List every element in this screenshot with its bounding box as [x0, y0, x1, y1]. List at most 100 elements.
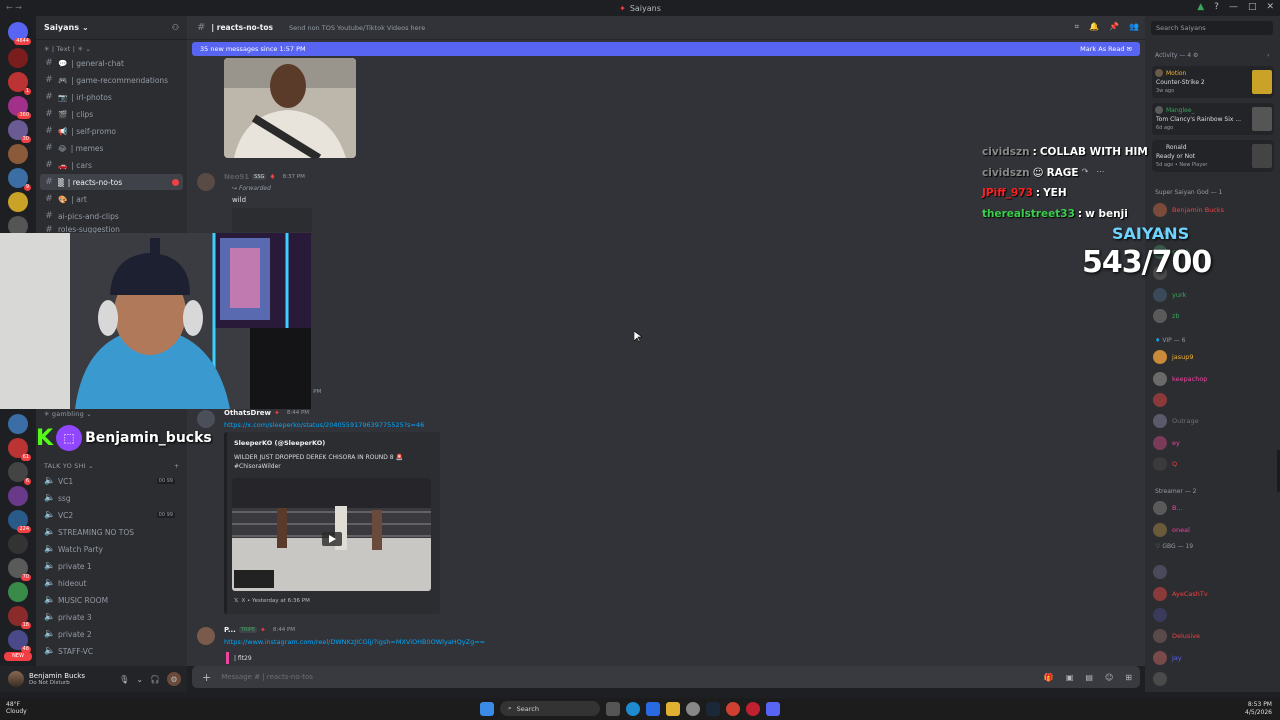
message-composer[interactable]: + Message # | reacts-no-tos 🎁 ▣ ▤ ☺ ⊞ [192, 666, 1140, 688]
member-item[interactable] [1153, 607, 1172, 623]
voice-channel-private-2[interactable]: 🔈 private 2 [40, 626, 183, 642]
server-icon[interactable]: 9 [8, 168, 31, 191]
member-item[interactable]: ey [1153, 435, 1180, 451]
add-attachment-icon[interactable]: + [202, 671, 211, 684]
member-item[interactable]: Q [1153, 456, 1177, 472]
search-input[interactable]: Search Saiyans [1151, 21, 1273, 35]
member-item[interactable]: Jay [1153, 650, 1182, 666]
voice-channel-music-room[interactable]: 🔈 MUSIC ROOM [40, 592, 183, 608]
message-input[interactable]: Message # | reacts-no-tos [221, 673, 313, 681]
message-link[interactable]: https://www.instagram.com/reel/DWNKzJICG… [224, 638, 485, 646]
pin-icon[interactable]: 📌 [1109, 22, 1119, 32]
category-voice[interactable]: TALK YO SHI ⌄ + [44, 462, 179, 470]
member-item[interactable]: yurk [1153, 287, 1186, 303]
activity-card[interactable]: Manglee_ Tom Clancy's Rainbow Six ... 6d… [1152, 103, 1274, 135]
apps-icon[interactable]: ⊞ [1125, 673, 1132, 682]
channel-clips[interactable]: # 🎬 | clips [40, 106, 183, 122]
avatar[interactable] [197, 627, 215, 645]
voice-channel-vc1[interactable]: 🔈 VC1 00 99 [40, 473, 183, 489]
server-icon[interactable]: 70 [8, 558, 31, 581]
threads-icon[interactable]: ⌗ [1075, 22, 1080, 32]
member-item[interactable]: oneal [1153, 522, 1190, 538]
bell-icon[interactable]: 🔔 [1089, 22, 1099, 32]
nav-arrows[interactable]: ← → [6, 3, 22, 12]
start-icon[interactable] [480, 701, 494, 716]
home-icon[interactable]: 4644 [8, 22, 31, 45]
new-messages-bar[interactable]: 35 new messages since 1:57 PM Mark As Re… [192, 42, 1140, 56]
embed-video[interactable] [232, 478, 431, 591]
member-item[interactable]: Delusive [1153, 628, 1200, 644]
server-icon[interactable] [8, 486, 28, 506]
inbox-icon[interactable]: ▲ [1197, 2, 1204, 12]
server-icon[interactable] [8, 582, 28, 602]
voice-channel-staff-vc[interactable]: 🔈 STAFF-VC [40, 643, 183, 659]
close-button[interactable]: ✕ [1266, 2, 1274, 12]
voice-channel-private-1[interactable]: 🔈 private 1 [40, 558, 183, 574]
voice-channel-ssg[interactable]: 🔈 ssg [40, 490, 183, 506]
server-icon[interactable]: 6 [8, 462, 31, 485]
member-item[interactable]: jasup9 [1153, 349, 1194, 365]
member-item[interactable] [1153, 671, 1172, 687]
maximize-button[interactable]: □ [1248, 2, 1257, 12]
member-item[interactable]: keepachop [1153, 371, 1207, 387]
member-item[interactable]: Outrage [1153, 413, 1199, 429]
chevron-down-icon[interactable]: ⌄ [136, 675, 143, 684]
store-icon[interactable] [646, 701, 660, 716]
voice-channel-streaming[interactable]: 🔈 STREAMING NO TOS [40, 524, 183, 540]
discord-icon[interactable] [766, 701, 780, 716]
voice-channel-hideout[interactable]: 🔈 hideout [40, 575, 183, 591]
help-icon[interactable]: ? [1214, 2, 1219, 12]
voice-channel-private-3[interactable]: 🔈 private 3 [40, 609, 183, 625]
forwarded-embed[interactable] [232, 208, 312, 232]
server-icon[interactable]: 360 [8, 96, 31, 119]
category-gambling[interactable]: ✳ gambling ⌄ [44, 410, 92, 418]
mark-as-read-button[interactable]: Mark As Read ✉ [1080, 45, 1132, 53]
server-icon[interactable]: 1 [8, 72, 31, 95]
embed-author[interactable]: SleeperKO (@SleeperKO) [234, 439, 325, 447]
task-view-icon[interactable] [606, 701, 620, 716]
channel-memes[interactable]: # 😂 | memes [40, 140, 183, 156]
voice-channel-vc2[interactable]: 🔈 VC2 00 99 [40, 507, 183, 523]
microphone-icon[interactable]: 🎙 [119, 675, 129, 684]
gear-icon[interactable]: ⚙ [167, 672, 181, 686]
gear-icon[interactable]: ⚙ [1193, 52, 1198, 59]
minimize-button[interactable]: — [1229, 2, 1238, 12]
server-icon[interactable] [8, 534, 28, 554]
channel-ai-pics-and-clips[interactable]: # ai-pics-and-clips [40, 208, 183, 224]
chevron-right-icon[interactable]: › [1267, 52, 1269, 59]
chrome-icon[interactable] [726, 701, 740, 716]
message-author[interactable]: P... [224, 626, 236, 634]
member-item[interactable]: B... [1153, 500, 1183, 516]
taskbar-search[interactable]: ⌕ Search [500, 701, 600, 716]
gift-icon[interactable]: 🎁 [1044, 673, 1054, 682]
server-icon[interactable] [8, 192, 28, 212]
headphones-icon[interactable]: 🎧 [150, 675, 160, 684]
message-link[interactable]: https://x.com/sleeperko/status/204055917… [224, 421, 424, 429]
message-image[interactable] [224, 58, 356, 158]
member-item[interactable]: zb [1153, 308, 1180, 324]
gif-icon[interactable]: ▣ [1066, 673, 1074, 682]
sticker-icon[interactable]: ▤ [1085, 673, 1093, 682]
voice-channel-watch-party[interactable]: 🔈 Watch Party [40, 541, 183, 557]
channel-general-chat[interactable]: # 💬 | general-chat [40, 55, 183, 71]
steam-icon[interactable] [706, 701, 720, 716]
server-icon[interactable] [8, 144, 28, 164]
settings-dot-icon[interactable] [172, 178, 179, 186]
category-text[interactable]: ✳ | Text | ✳ ⌄ [44, 45, 91, 53]
members-icon[interactable]: 👥 [1129, 22, 1139, 32]
avatar[interactable] [8, 671, 24, 687]
new-badge[interactable]: NEW [4, 652, 32, 661]
settings-icon[interactable] [686, 701, 700, 716]
activity-card[interactable]: Motion Counter-Strike 2 3w ago [1152, 66, 1274, 98]
add-friend-icon[interactable]: ⚇ [172, 23, 179, 32]
member-item[interactable]: AyeCashTv [1153, 586, 1208, 602]
taskbar-clock[interactable]: 8:53 PM 4/5/2026 [1245, 701, 1272, 716]
channel-topic[interactable]: Send non TOS Youtube/Tiktok Videos here [289, 24, 425, 32]
add-channel-icon[interactable]: + [174, 462, 180, 470]
app-icon[interactable] [746, 701, 760, 716]
folder-icon[interactable] [666, 701, 680, 716]
server-icon[interactable]: 18 [8, 606, 31, 629]
server-icon[interactable]: 61 [8, 438, 31, 461]
member-item[interactable] [1153, 564, 1172, 580]
server-icon[interactable] [8, 414, 28, 434]
